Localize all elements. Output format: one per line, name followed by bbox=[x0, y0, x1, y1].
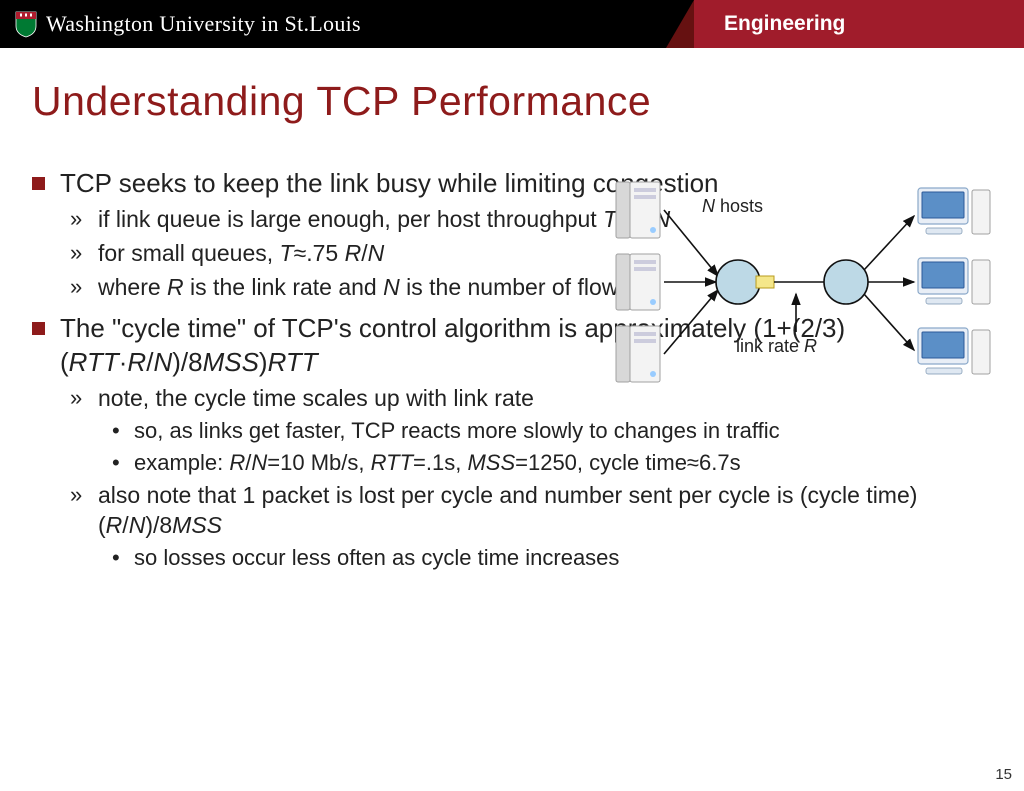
n-hosts-label: N hosts bbox=[702, 196, 763, 216]
bullet-2-sub-1: note, the cycle time scales up with link… bbox=[70, 384, 992, 477]
header-bar: Washington University in St.Louis Engine… bbox=[0, 0, 1024, 48]
bullet-2-sub-2a: so losses occur less often as cycle time… bbox=[112, 544, 992, 573]
bullet-2-sub-1b: example: R/N=10 Mb/s, RTT=.1s, MSS=1250,… bbox=[112, 449, 992, 478]
bullet-2-sub-2: also note that 1 packet is lost per cycl… bbox=[70, 481, 992, 572]
department-tab: Engineering bbox=[694, 0, 1024, 48]
bullet-2-sub-1a: so, as links get faster, TCP reacts more… bbox=[112, 417, 992, 446]
university-logo-area: Washington University in St.Louis bbox=[0, 10, 361, 38]
slide-title: Understanding TCP Performance bbox=[32, 78, 992, 125]
router-icon bbox=[716, 260, 760, 304]
server-icon bbox=[616, 254, 660, 310]
link-rate-label: link rate R bbox=[736, 336, 817, 356]
university-name: Washington University in St.Louis bbox=[46, 11, 361, 37]
network-diagram: N hosts link rate R bbox=[606, 172, 1006, 392]
client-icon bbox=[918, 188, 990, 234]
shield-icon bbox=[14, 10, 38, 38]
server-icon bbox=[616, 182, 660, 238]
client-icon bbox=[918, 258, 990, 304]
client-icon bbox=[918, 328, 990, 374]
page-number: 15 bbox=[995, 766, 1012, 783]
server-icon bbox=[616, 326, 660, 382]
department-label: Engineering bbox=[724, 12, 845, 36]
queue-icon bbox=[756, 276, 774, 288]
router-icon bbox=[824, 260, 868, 304]
